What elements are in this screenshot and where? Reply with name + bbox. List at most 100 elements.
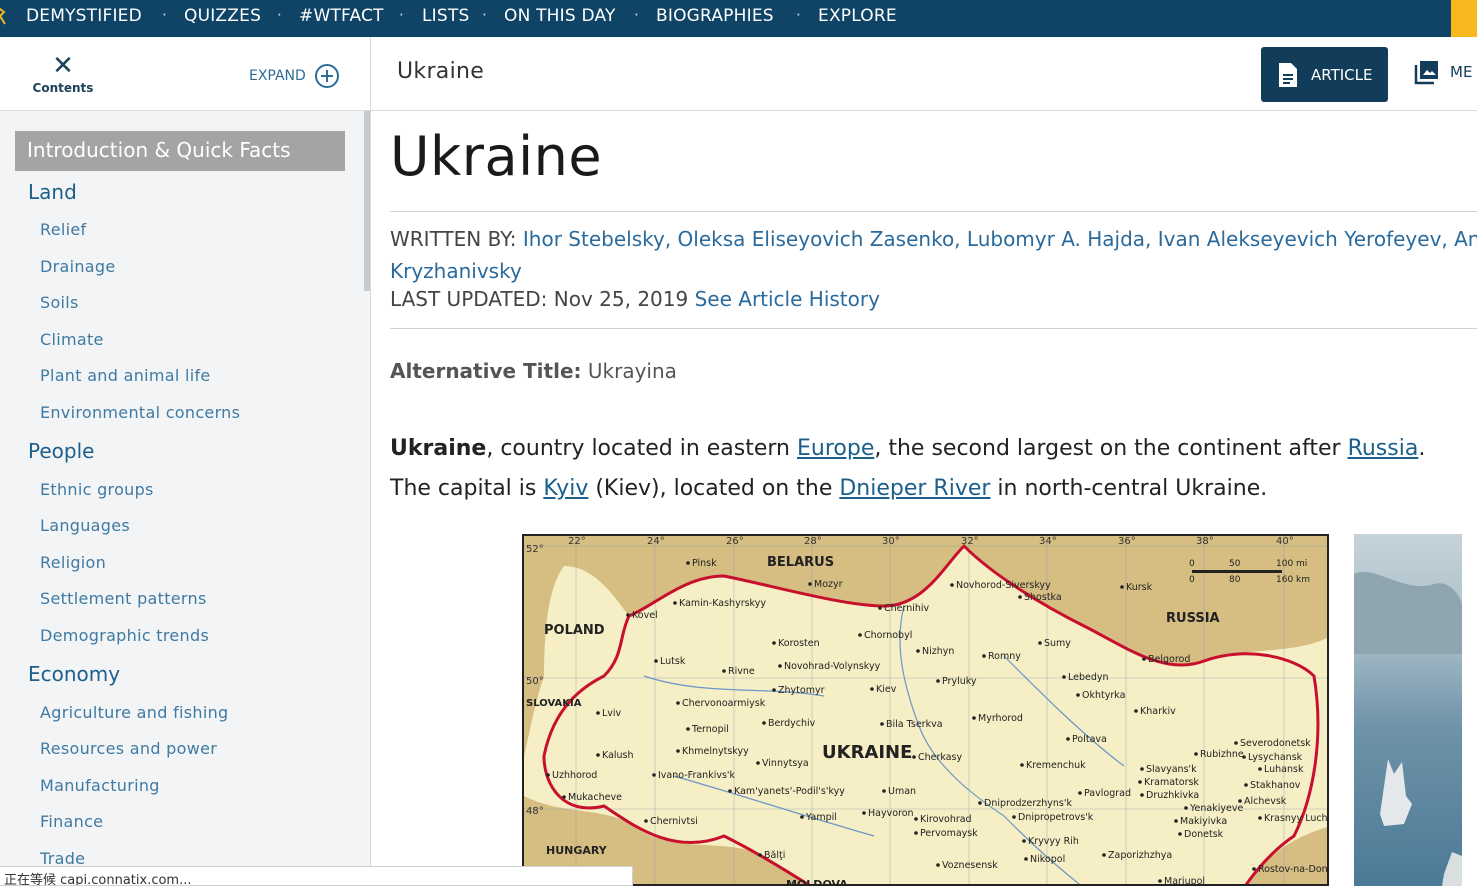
close-contents-button[interactable]: ✕ Contents [30,53,96,95]
nav-separator: · [482,6,487,24]
map-city-dot [808,582,812,586]
toc-item-relief[interactable]: Relief [40,220,86,239]
map-city-dot [870,687,874,691]
map-lon-tick: 22° [568,536,586,547]
ukraine-map-image[interactable]: BELARUS POLAND RUSSIA SLOVAKIA HUNGARY M… [522,534,1329,886]
promo-tab[interactable] [1451,0,1477,37]
media-tab-button[interactable]: ME [1414,59,1472,85]
map-city-dot [756,761,760,765]
toc-item-settlement-patterns[interactable]: Settlement patterns [40,589,207,608]
map-city-label: Okhtyrka [1082,690,1125,701]
map-lon-tick: 36° [1118,536,1136,547]
map-city-dot [1134,709,1138,713]
map-city-label: Krasnyy Luch [1264,813,1328,824]
map-city-label: Donetsk [1184,829,1224,840]
map-city-dot [878,606,882,610]
toc-item-religion[interactable]: Religion [40,553,106,572]
map-city-dot [596,753,600,757]
intro-text: . [1418,436,1426,461]
map-city-label: Bălţi [764,850,785,861]
link-kyiv[interactable]: Kyiv [543,476,588,501]
map-city-label: Uzhhorod [552,770,597,781]
intro-text: in north-central Ukraine. [990,476,1268,501]
coastal-rock-photo[interactable] [1354,534,1462,886]
map-city-dot [1062,675,1066,679]
svg-text:160 km: 160 km [1276,575,1310,585]
nav-explore[interactable]: EXPLORE [818,6,897,26]
toc-item-environmental-concerns[interactable]: Environmental concerns [40,403,240,422]
toc-item-ethnic-groups[interactable]: Ethnic groups [40,480,154,499]
map-city-dot [1012,815,1016,819]
toc-item-manufacturing[interactable]: Manufacturing [40,776,160,795]
document-icon [1279,62,1297,87]
link-dnieper-river[interactable]: Dnieper River [839,476,990,501]
nav-on-this-day[interactable]: ON THIS DAY [504,6,616,26]
nav-biographies[interactable]: BIOGRAPHIES [656,6,774,26]
map-city-dot [596,711,600,715]
nav-lists[interactable]: LISTS [422,6,469,26]
map-label-ukraine: UKRAINE [822,742,912,763]
last-updated-label: LAST UPDATED: [390,287,548,311]
toc-item-finance[interactable]: Finance [40,812,103,831]
nav-demystified[interactable]: DEMYSTIFIED [26,6,142,26]
map-city-dot [1138,780,1142,784]
article-tab-button[interactable]: ARTICLE [1261,47,1388,102]
map-city-label: Severodonetsk [1240,738,1311,749]
map-city-dot [654,659,658,663]
map-city-dot [1102,853,1106,857]
toc-item-drainage[interactable]: Drainage [40,257,116,276]
map-city-dot [1018,595,1022,599]
map-city-label: Yenakiyeve [1189,803,1243,814]
alt-title-label: Alternative Title: [390,359,582,383]
map-lat-tick: 52° [526,544,544,555]
britannica-thistle-icon[interactable] [0,4,8,26]
map-city-dot [936,679,940,683]
map-city-label: Ternopil [691,724,729,735]
toc-section-people[interactable]: People [28,439,94,463]
toc-section-economy[interactable]: Economy [28,662,120,686]
toc-item-demographic-trends[interactable]: Demographic trends [40,626,209,645]
map-city-label: Novohrad-Volynskyy [784,661,881,672]
map-city-dot [778,664,782,668]
map-city-dot [1174,819,1178,823]
toc-item-soils[interactable]: Soils [40,293,79,312]
map-city-label: Chernivtsi [650,816,698,827]
map-city-dot [1020,763,1024,767]
toc-item-plant-animal-life[interactable]: Plant and animal life [40,366,211,385]
intro-text: , the second largest on the continent af… [874,436,1348,461]
map-city-label: Alchevsk [1244,796,1287,807]
map-city-label: Cherkasy [918,752,963,763]
map-city-label: Pryluky [942,676,977,687]
map-lon-tick: 30° [882,536,900,547]
map-label-slovakia: SLOVAKIA [526,698,582,709]
map-city-label: Zaporizhzhya [1108,850,1172,861]
link-europe[interactable]: Europe [797,436,874,461]
map-city-label: Kryvyy Rih [1028,836,1079,847]
nav-wtfact[interactable]: #WTFACT [299,6,384,26]
toc-item-resources-power[interactable]: Resources and power [40,739,217,758]
intro-text: The capital is [390,476,544,501]
nav-quizzes[interactable]: QUIZZES [184,6,261,26]
map-city-dot [722,669,726,673]
map-city-dot [1140,767,1144,771]
toc-section-land[interactable]: Land [28,180,77,204]
toc-item-introduction[interactable]: Introduction & Quick Facts [15,131,345,171]
authors-link[interactable]: Ihor Stebelsky, Oleksa Eliseyovich Zasen… [523,227,1477,251]
written-by-label: WRITTEN BY: [390,227,517,251]
map-city-label: Slavyans'k [1146,764,1197,775]
expand-button[interactable]: EXPAND [249,63,340,89]
map-city-label: Pervomaysk [920,828,978,839]
map-city-label: Korosten [778,638,820,649]
map-city-label: Chernihiv [884,603,930,614]
map-city-label: Kamin-Kashyrskyy [679,598,766,609]
article-history-link[interactable]: See Article History [695,287,880,311]
svg-text:80: 80 [1229,575,1241,585]
map-city-label: Lysychansk [1248,752,1303,763]
sidebar-scrollbar[interactable] [364,111,370,291]
link-russia[interactable]: Russia [1348,436,1419,461]
author-link-kryzhanivsky[interactable]: Kryzhanivsky [390,259,522,283]
toc-item-agriculture-fishing[interactable]: Agriculture and fishing [40,703,228,722]
toc-item-languages[interactable]: Languages [40,516,130,535]
toc-item-climate[interactable]: Climate [40,330,104,349]
map-city-label: Nizhyn [922,646,954,657]
